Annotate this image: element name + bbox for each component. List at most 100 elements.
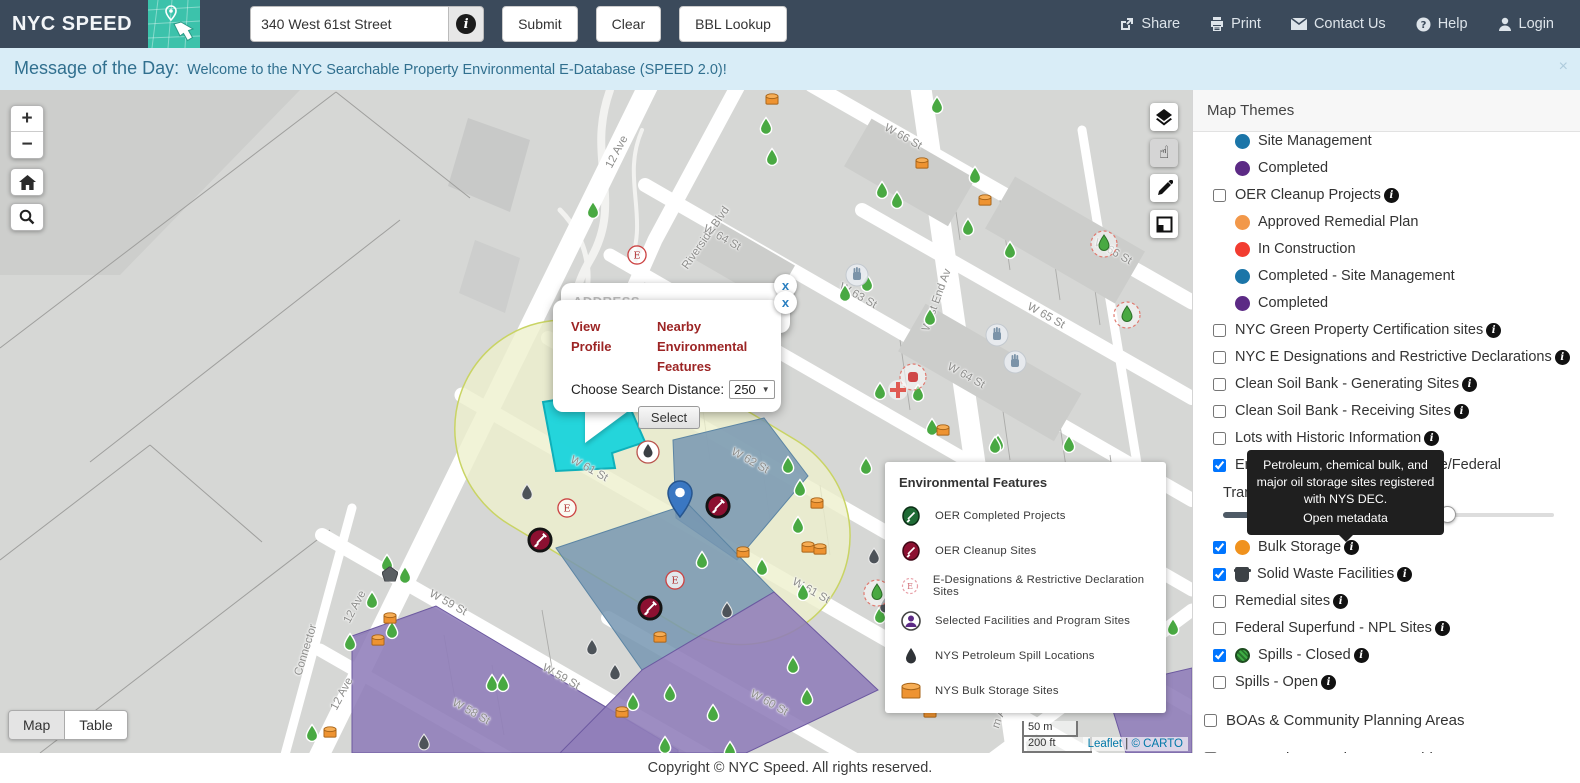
spill-closed-marker[interactable] (1003, 240, 1018, 260)
info-icon[interactable]: i (1554, 350, 1570, 365)
bulk-storage-marker[interactable] (813, 543, 828, 556)
distance-select[interactable]: 250 ▼ (729, 380, 775, 400)
selected-spill-marker[interactable] (635, 439, 661, 465)
spill-closed-marker[interactable] (1166, 617, 1181, 637)
spill-closed-marker[interactable] (873, 381, 888, 401)
checkbox-bulk-storage[interactable] (1213, 541, 1226, 554)
zoom-out-button[interactable]: − (11, 132, 43, 158)
checkbox-spills-closed[interactable] (1213, 649, 1226, 662)
bulk-storage-marker[interactable] (383, 612, 398, 625)
carto-link[interactable]: © CARTO (1131, 738, 1183, 750)
e-designation-marker[interactable]: E (627, 245, 648, 266)
info-icon[interactable]: i (1424, 431, 1440, 446)
checkbox-boas-community-planning-areas[interactable] (1204, 714, 1217, 727)
e-designation-marker[interactable]: E (557, 498, 578, 519)
facility-hand-marker[interactable] (845, 263, 869, 287)
help-link[interactable]: ? Help (1416, 16, 1468, 32)
selected-facility-marker[interactable] (1112, 300, 1142, 330)
checkbox-nyc-green-property-certification-sites[interactable] (1213, 324, 1226, 337)
spill-closed-marker[interactable] (1062, 434, 1077, 454)
bulk-storage-marker[interactable] (978, 194, 993, 207)
petroleum-spill-marker[interactable] (720, 601, 734, 619)
address-search-input[interactable] (250, 6, 449, 42)
bulk-storage-marker[interactable] (936, 424, 951, 437)
checkbox-zones-plans-and-demographics[interactable] (1204, 752, 1217, 753)
extent-tool-button[interactable] (1150, 210, 1178, 238)
spill-closed-marker[interactable] (875, 180, 890, 200)
clear-button[interactable]: Clear (595, 6, 662, 42)
checkbox-clean-soil-bank-receiving-sites[interactable] (1213, 405, 1226, 418)
facility-hand-marker[interactable] (985, 323, 1009, 347)
spill-closed-marker[interactable] (343, 632, 358, 652)
checkbox-oer-cleanup-projects[interactable] (1213, 189, 1226, 202)
spill-closed-marker[interactable] (496, 673, 511, 693)
spill-closed-marker[interactable] (305, 723, 320, 743)
map-search-button[interactable] (10, 203, 44, 231)
zoom-in-button[interactable]: + (11, 106, 43, 132)
bulk-storage-marker[interactable] (371, 634, 386, 647)
spill-closed-marker[interactable] (398, 565, 413, 585)
nearby-features-link[interactable]: Nearby Environmental Features (657, 317, 767, 377)
spill-closed-marker[interactable] (365, 590, 380, 610)
bulk-storage-marker[interactable] (615, 706, 630, 719)
motd-close-icon[interactable]: × (1559, 58, 1568, 76)
spill-closed-marker[interactable] (800, 687, 815, 707)
spill-closed-marker[interactable] (796, 582, 811, 602)
spill-closed-marker[interactable] (930, 95, 945, 115)
spill-closed-marker[interactable] (923, 307, 938, 327)
oer-cleanup-marker[interactable] (705, 493, 732, 520)
bulk-storage-marker[interactable] (765, 93, 780, 106)
bbl-lookup-button[interactable]: BBL Lookup (679, 6, 787, 42)
spill-closed-marker[interactable] (786, 655, 801, 675)
spill-closed-marker[interactable] (781, 455, 796, 475)
facility-hand-marker[interactable] (1003, 350, 1027, 374)
map-canvas[interactable]: 12 Ave 12 Ave 12 Ave Connector Riverside Blv… (0, 90, 1192, 753)
petroleum-spill-marker[interactable] (608, 663, 622, 681)
e-designation-marker[interactable]: E (665, 570, 686, 591)
spill-closed-marker[interactable] (765, 147, 780, 167)
spill-closed-marker[interactable] (791, 515, 806, 535)
spill-closed-marker[interactable] (859, 456, 874, 476)
info-icon[interactable]: i (1344, 540, 1360, 555)
location-pin-icon[interactable] (667, 480, 693, 519)
bulk-storage-marker[interactable] (736, 546, 751, 559)
info-icon[interactable]: i (1333, 594, 1349, 609)
bulk-storage-marker[interactable] (323, 726, 338, 739)
select-button[interactable]: Select (637, 406, 701, 430)
checkbox-clean-soil-bank-generating-sites[interactable] (1213, 378, 1226, 391)
leaflet-link[interactable]: Leaflet (1088, 738, 1123, 750)
popup-close-icon[interactable]: x (774, 291, 797, 314)
tab-map[interactable]: Map (8, 710, 66, 740)
info-icon[interactable]: i (1383, 188, 1399, 203)
spill-closed-marker[interactable] (988, 435, 1003, 455)
spill-closed-marker[interactable] (723, 740, 738, 753)
layers-button[interactable] (1150, 103, 1178, 131)
print-link[interactable]: Print (1210, 16, 1261, 32)
checkbox-lots-with-historic-information[interactable] (1213, 432, 1226, 445)
bulk-storage-marker[interactable] (810, 497, 825, 510)
home-button[interactable] (10, 168, 44, 196)
petroleum-spill-marker[interactable] (417, 733, 431, 751)
spill-closed-marker[interactable] (586, 200, 601, 220)
petroleum-spill-marker[interactable] (520, 483, 534, 501)
checkbox-federal-superfund-npl-sites[interactable] (1213, 622, 1226, 635)
checkbox-solid-waste-facilities[interactable] (1213, 568, 1226, 581)
petroleum-spill-marker[interactable] (585, 638, 599, 656)
info-icon[interactable]: i (1353, 648, 1369, 663)
share-link[interactable]: Share (1120, 16, 1180, 32)
petroleum-spill-marker[interactable] (867, 547, 881, 565)
spill-closed-marker[interactable] (695, 550, 710, 570)
spill-closed-marker[interactable] (890, 190, 905, 210)
oer-cleanup-marker[interactable] (637, 595, 664, 622)
checkbox-remedial-sites[interactable] (1213, 595, 1226, 608)
spill-closed-marker[interactable] (759, 116, 774, 136)
solid-waste-marker[interactable] (381, 565, 399, 582)
bulk-storage-marker[interactable] (653, 631, 668, 644)
login-link[interactable]: Login (1498, 16, 1554, 32)
checkbox-environmental-databases-state-federal[interactable] (1213, 459, 1226, 472)
tab-table[interactable]: Table (65, 710, 128, 740)
spill-closed-marker[interactable] (663, 683, 678, 703)
view-profile-link[interactable]: View Profile (571, 317, 631, 377)
hospital-marker[interactable] (887, 379, 909, 401)
spill-closed-marker[interactable] (961, 217, 976, 237)
